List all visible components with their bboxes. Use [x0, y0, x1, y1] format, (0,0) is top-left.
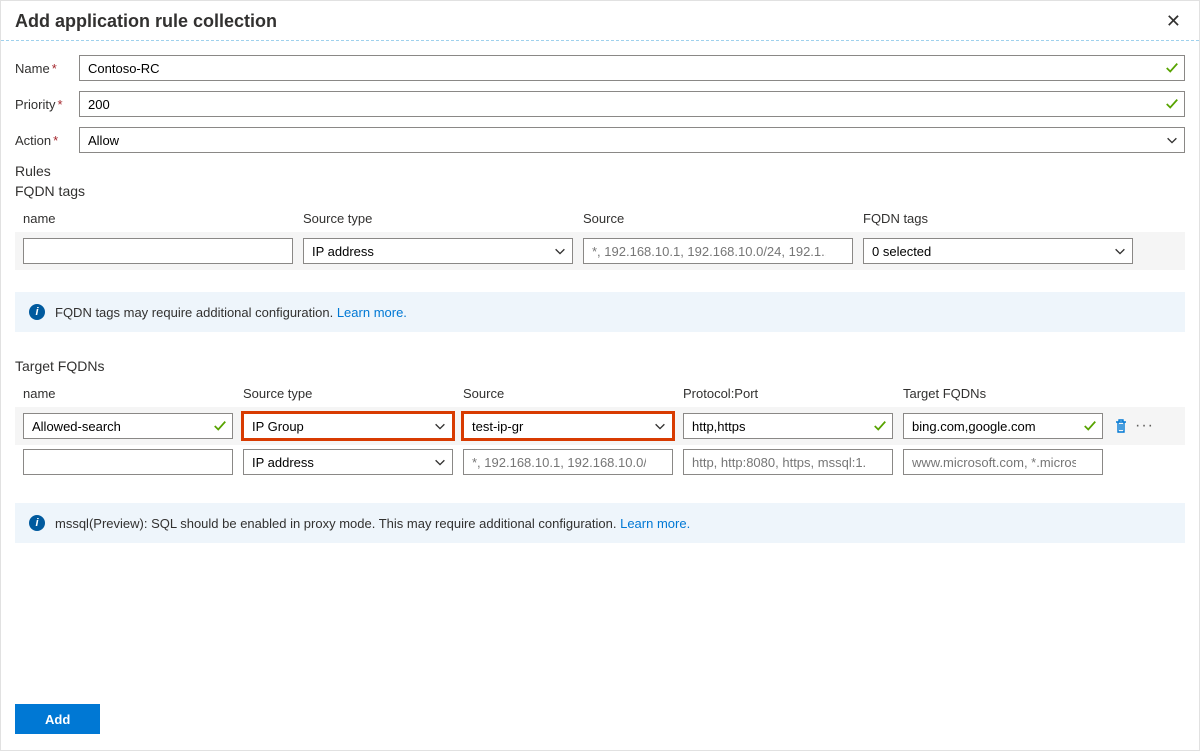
priority-row: Priority*	[15, 91, 1185, 117]
target-sourcetype-select[interactable]	[243, 413, 453, 439]
info-text: FQDN tags may require additional configu…	[55, 305, 407, 320]
action-label: Action*	[15, 133, 79, 148]
info-text: mssql(Preview): SQL should be enabled in…	[55, 516, 690, 531]
col-source: Source	[583, 211, 853, 226]
target-protocol-input[interactable]	[683, 413, 893, 439]
fqdn-tags-select[interactable]	[863, 238, 1133, 264]
name-row: Name*	[15, 55, 1185, 81]
priority-input[interactable]	[79, 91, 1185, 117]
more-icon[interactable]: ···	[1135, 418, 1154, 434]
info-icon: i	[29, 304, 45, 320]
name-input[interactable]	[79, 55, 1185, 81]
action-row: Action*	[15, 127, 1185, 153]
col-source-type: Source type	[243, 386, 453, 401]
fqdn-info-banner: i FQDN tags may require additional confi…	[15, 292, 1185, 332]
col-name: name	[23, 386, 233, 401]
target-fqdns-header: name Source type Source Protocol:Port Ta…	[15, 380, 1185, 407]
target-protocol-input[interactable]	[683, 449, 893, 475]
target-name-input[interactable]	[23, 449, 233, 475]
target-fqdns-heading: Target FQDNs	[15, 358, 1185, 374]
fqdn-name-input[interactable]	[23, 238, 293, 264]
fqdn-sourcetype-select[interactable]	[303, 238, 573, 264]
panel-content: Name* Priority* Action* Rules FQDN tags	[1, 41, 1199, 692]
info-icon: i	[29, 515, 45, 531]
target-row: ···	[15, 407, 1185, 445]
learn-more-link[interactable]: Learn more.	[337, 305, 407, 320]
target-fqdns-section: Target FQDNs name Source type Source Pro…	[15, 358, 1185, 543]
fqdn-tags-row	[15, 232, 1185, 270]
learn-more-link[interactable]: Learn more.	[620, 516, 690, 531]
add-rule-collection-panel: Add application rule collection ✕ Name* …	[0, 0, 1200, 751]
name-label: Name*	[15, 61, 79, 76]
priority-label: Priority*	[15, 97, 79, 112]
target-source-input[interactable]	[463, 449, 673, 475]
target-row	[15, 445, 1185, 481]
panel-header: Add application rule collection ✕	[1, 1, 1199, 41]
col-target-fqdns: Target FQDNs	[903, 386, 1103, 401]
col-protocol: Protocol:Port	[683, 386, 893, 401]
col-source-type: Source type	[303, 211, 573, 226]
mssql-info-banner: i mssql(Preview): SQL should be enabled …	[15, 503, 1185, 543]
target-name-input[interactable]	[23, 413, 233, 439]
rules-heading: Rules	[15, 163, 1185, 179]
action-select[interactable]	[79, 127, 1185, 153]
target-fqdns-input[interactable]	[903, 413, 1103, 439]
add-button[interactable]: Add	[15, 704, 100, 734]
col-fqdn-tags: FQDN tags	[863, 211, 1133, 226]
delete-icon[interactable]	[1113, 418, 1129, 434]
close-icon[interactable]: ✕	[1162, 9, 1185, 34]
panel-title: Add application rule collection	[15, 11, 1162, 32]
fqdn-source-input[interactable]	[583, 238, 853, 264]
panel-footer: Add	[1, 692, 1199, 750]
fqdn-tags-heading: FQDN tags	[15, 183, 1185, 199]
fqdn-tags-header: name Source type Source FQDN tags	[15, 205, 1185, 232]
target-fqdns-input[interactable]	[903, 449, 1103, 475]
target-source-select[interactable]	[463, 413, 673, 439]
col-source: Source	[463, 386, 673, 401]
col-name: name	[23, 211, 293, 226]
target-sourcetype-select[interactable]	[243, 449, 453, 475]
